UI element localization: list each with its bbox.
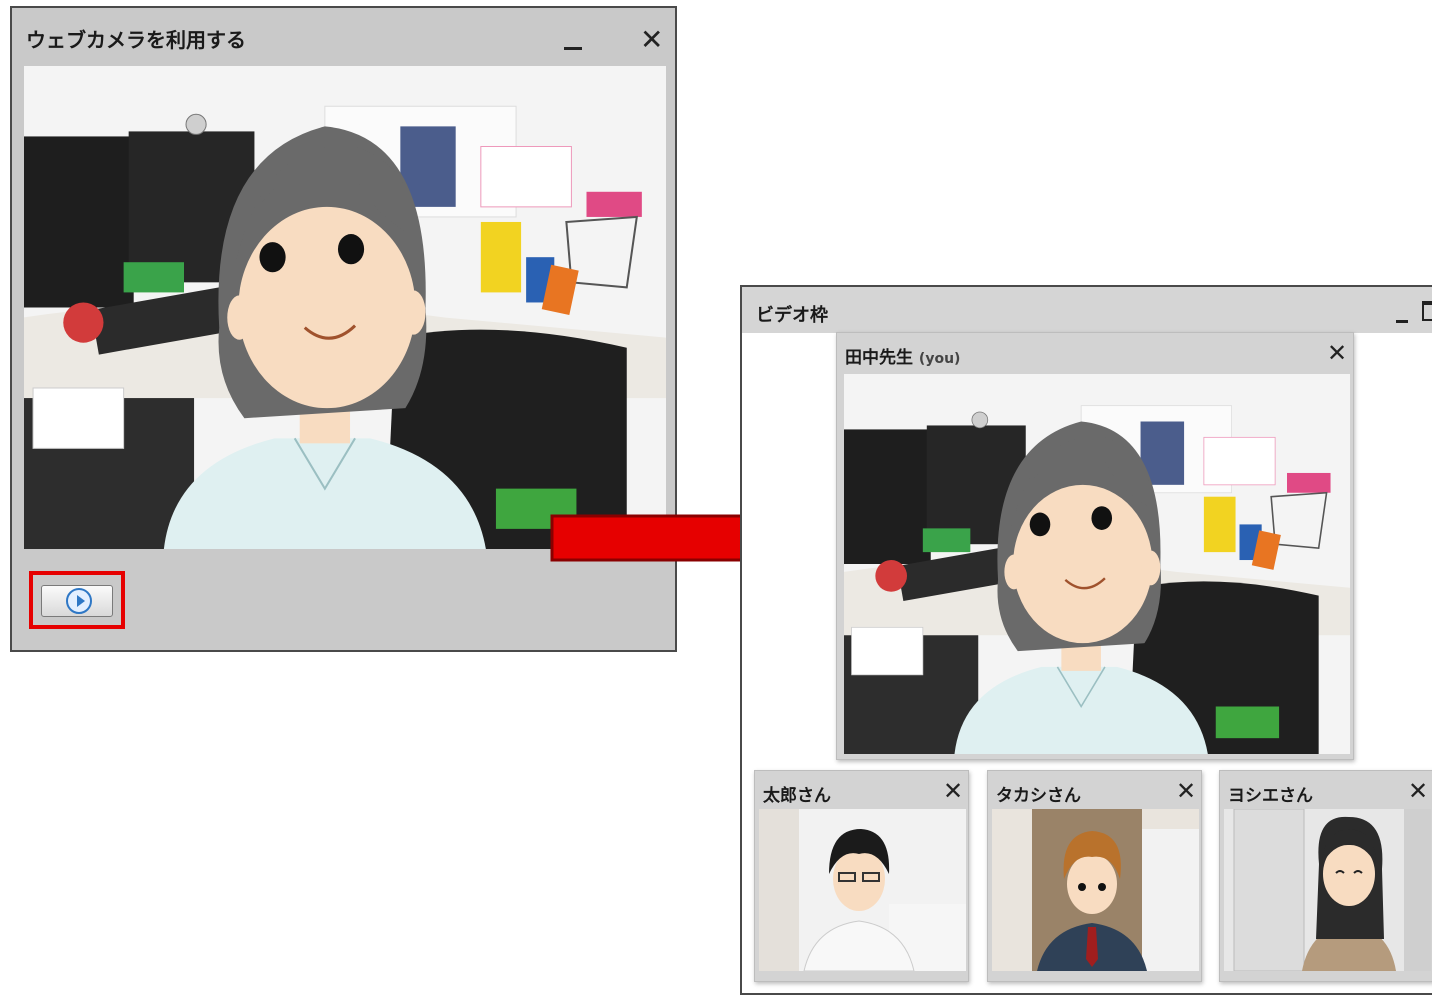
close-icon[interactable]: ✕ [1327,341,1347,365]
close-icon[interactable]: ✕ [943,779,963,803]
video-window-title: ビデオ枠 [756,305,828,326]
maximize-icon[interactable] [1422,301,1432,321]
participant-name: 太郎さん [763,786,831,806]
participant-video-feed [992,809,1199,971]
you-label: (you) [918,351,961,367]
video-window-titlebar[interactable]: ビデオ枠 [742,287,1432,333]
participant-panel: ヨシエさん ✕ [1219,770,1432,982]
close-icon[interactable]: ✕ [1408,779,1428,803]
self-video-title: 田中先生 (you) [845,343,960,368]
participant-panel: 太郎さん ✕ [754,770,969,982]
participant-video-feed [759,809,966,971]
video-frame-window: ビデオ枠 田中先生 (you) ✕ 太郎さん ✕ タカシさん ✕ ヨシエさん ✕ [740,285,1432,995]
participant-video-feed [1224,809,1431,971]
self-name: 田中先生 [845,348,913,368]
close-icon[interactable]: ✕ [1176,779,1196,803]
participant-name: ヨシエさん [1228,786,1313,806]
minimize-icon[interactable] [1392,299,1412,327]
start-webcam-button[interactable] [41,585,113,617]
minimize-icon[interactable] [560,26,586,54]
participant-panel: タカシさん ✕ [987,770,1202,982]
webcam-preview [24,66,666,549]
highlight-box [29,571,125,629]
self-video-panel: 田中先生 (you) ✕ [836,332,1354,760]
participant-name: タカシさん [996,786,1081,806]
self-video-feed [844,374,1350,754]
close-icon[interactable]: ✕ [640,26,663,54]
webcam-window-title: ウェブカメラを利用する [26,28,246,52]
webcam-window-titlebar[interactable]: ウェブカメラを利用する ✕ [12,8,675,62]
play-circle-icon [66,588,92,614]
